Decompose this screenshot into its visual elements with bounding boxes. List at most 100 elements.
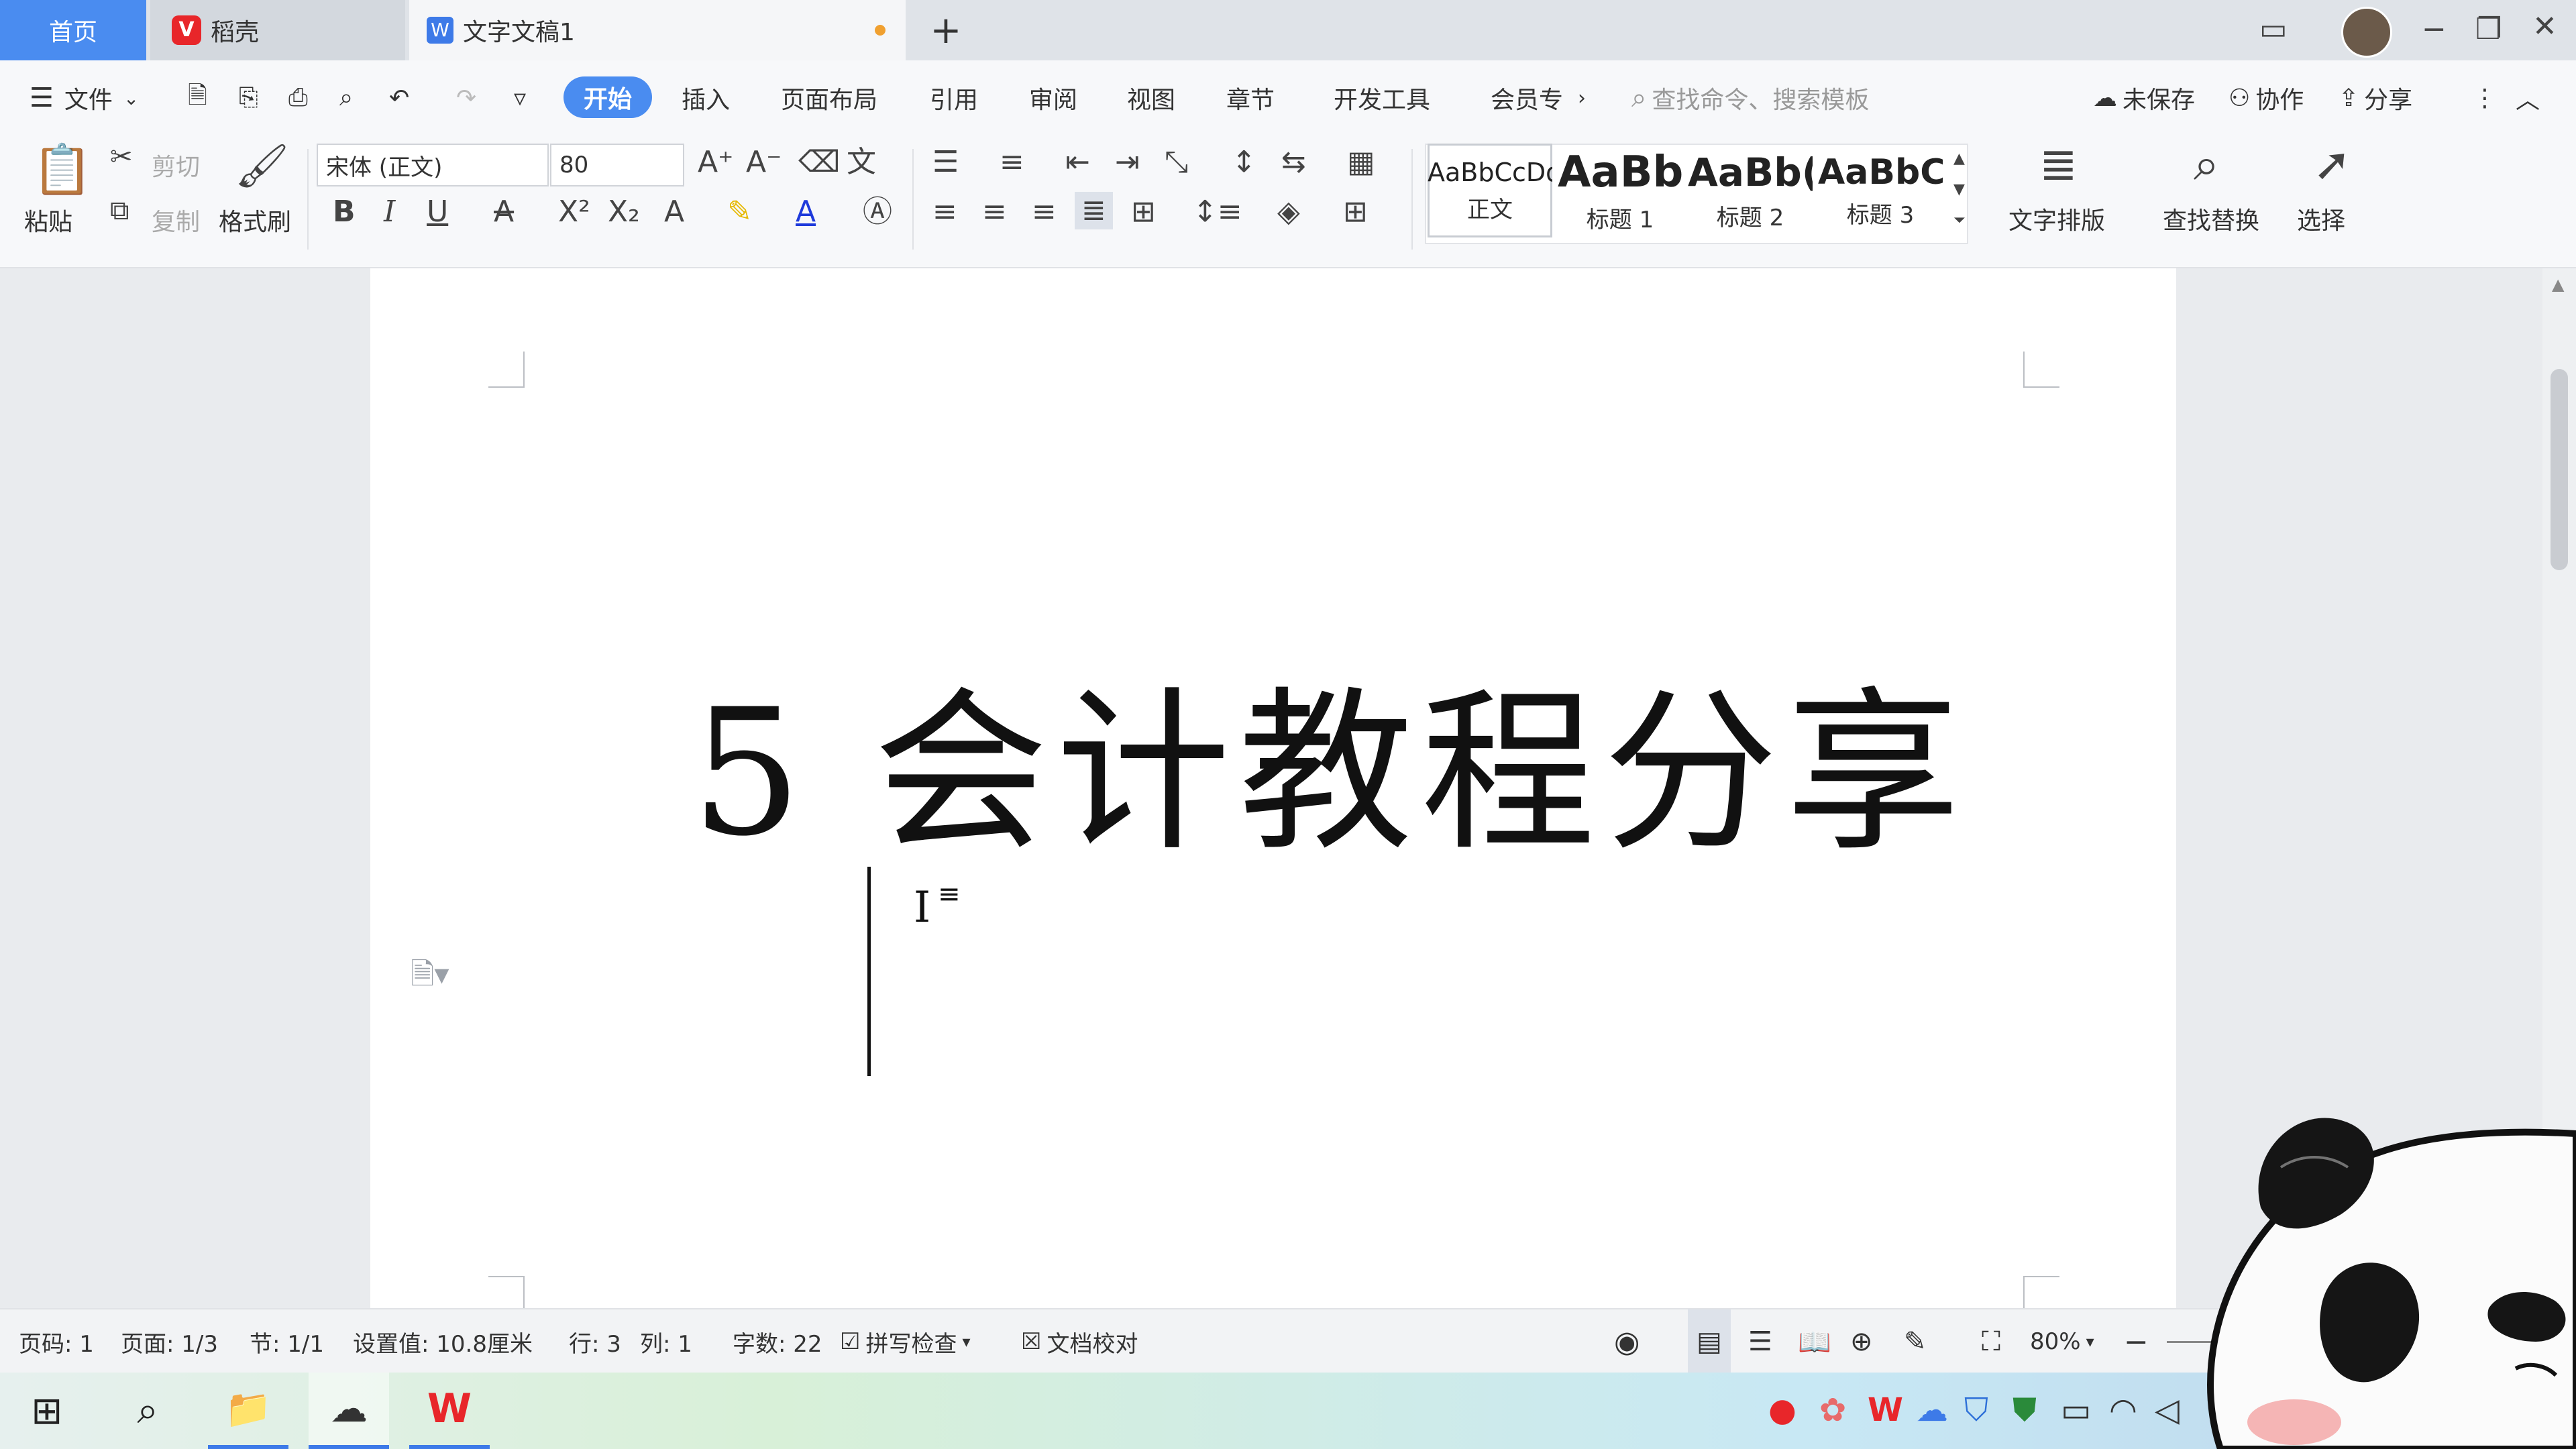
style-heading-2[interactable]: AaBb( 标题 2 (1688, 144, 1813, 237)
wps-writer-tray-icon[interactable]: W (1868, 1391, 1903, 1429)
reading-view-icon[interactable]: 📖 (1798, 1309, 1831, 1374)
align-center-icon[interactable]: ≡ (982, 197, 1007, 227)
distributed-align-icon[interactable]: ⊞ (1131, 197, 1156, 227)
menu-tab-review[interactable]: 审阅 (1029, 60, 1077, 136)
font-color-icon[interactable]: A (796, 197, 816, 227)
paragraph-options-icon[interactable]: 🗎▾ (411, 953, 449, 1003)
baidu-netdisk-icon[interactable]: ☁ (309, 1373, 389, 1449)
borders-icon[interactable]: ⊞ (1343, 197, 1368, 227)
format-painter-button[interactable]: 格式刷 (219, 203, 291, 237)
zoom-out-icon[interactable]: − (2124, 1309, 2149, 1374)
decrease-font-icon[interactable]: A⁻ (746, 148, 782, 177)
zoom-select[interactable]: 80% ▾ (2030, 1309, 2094, 1374)
menu-tab-insert[interactable]: 插入 (682, 60, 730, 136)
menu-tab-page-layout[interactable]: 页面布局 (781, 60, 877, 136)
sort-icon[interactable]: ↕ (1232, 148, 1256, 177)
numbered-list-icon[interactable]: ≡ (1000, 148, 1024, 177)
align-left-icon[interactable]: ≡ (932, 197, 957, 227)
format-painter-icon[interactable]: 🖌 (235, 145, 289, 188)
share-button[interactable]: ⇪ 分享 (2339, 60, 2412, 136)
text-layout-button[interactable]: 文字排版 (2008, 201, 2105, 236)
line-spacing-icon[interactable]: ↕≡ (1193, 197, 1242, 227)
strikethrough-icon[interactable]: A (494, 197, 514, 227)
style-scroll-down-icon[interactable]: ▼ (1953, 182, 1965, 197)
menu-tab-chapter[interactable]: 章节 (1226, 60, 1275, 136)
wps-tray-icon[interactable]: ● (1768, 1391, 1796, 1429)
shading-icon[interactable]: ◈ (1277, 197, 1300, 227)
font-size-select[interactable]: 80 (550, 144, 684, 186)
superscript-icon[interactable]: X² (558, 197, 590, 227)
save-icon[interactable]: 🗎 (188, 60, 207, 136)
bold-icon[interactable]: B (333, 197, 356, 227)
fit-page-icon[interactable]: ⛶ (1982, 1309, 2000, 1374)
write-view-icon[interactable]: ✎ (1904, 1309, 1927, 1374)
status-col[interactable]: 列: 1 (640, 1309, 692, 1374)
increase-font-icon[interactable]: A⁺ (698, 148, 733, 177)
style-normal[interactable]: AaBbCcDd 正文 (1428, 144, 1552, 237)
increase-indent-icon[interactable]: ⇥ (1115, 148, 1140, 177)
unsaved-cloud-button[interactable]: ☁ 未保存 (2093, 60, 2195, 136)
shield-icon[interactable]: ⛉ (1964, 1391, 1988, 1430)
justify-icon[interactable]: ≣ (1075, 192, 1113, 229)
print-preview-icon[interactable]: ⌕ (339, 60, 353, 136)
windows-start-icon[interactable]: ⊞ (20, 1373, 74, 1449)
find-replace-button[interactable]: 查找替换 (2163, 201, 2259, 236)
battery-icon[interactable]: ▭ (2061, 1391, 2091, 1429)
ruler-icon[interactable]: ▦ (1347, 148, 1375, 177)
document-title-text[interactable]: 5 会计教程分享 (691, 631, 1968, 883)
copy-button[interactable]: 复制 (152, 203, 200, 237)
select-button[interactable]: 选择 (2297, 201, 2345, 236)
command-search[interactable]: ⌕ 查找命令、搜索模板 (1631, 60, 1869, 136)
decrease-indent-icon[interactable]: ⇤ (1065, 148, 1090, 177)
underline-icon[interactable]: U (427, 197, 448, 227)
chevron-right-icon[interactable]: › (1578, 60, 1586, 136)
status-word-count[interactable]: 字数: 22 (733, 1309, 822, 1374)
app-tray-icon[interactable]: ✿ (1819, 1391, 1846, 1429)
eye-protection-icon[interactable]: ◉ (1614, 1309, 1640, 1374)
security-tray-icon[interactable]: ⛊ (2012, 1391, 2037, 1430)
menu-tab-developer[interactable]: 开发工具 (1334, 60, 1430, 136)
new-tab-button[interactable]: + (926, 0, 966, 60)
export-pdf-icon[interactable]: ⎘ (239, 60, 258, 136)
cursor-select-icon[interactable]: ➚ (2313, 142, 2351, 188)
status-row[interactable]: 行: 3 (569, 1309, 621, 1374)
status-page-code[interactable]: 页码: 1 (19, 1309, 94, 1374)
menu-tab-view[interactable]: 视图 (1127, 60, 1175, 136)
show-marks-icon[interactable]: ⇆ (1281, 148, 1306, 177)
web-view-icon[interactable]: ⊕ (1850, 1309, 1873, 1374)
tab-home[interactable]: 首页 (0, 0, 146, 60)
proofread-button[interactable]: ☒ 文档校对 (1021, 1309, 1138, 1374)
avatar[interactable] (2341, 7, 2392, 58)
close-icon[interactable]: ✕ (2532, 12, 2557, 42)
subscript-icon[interactable]: X₂ (608, 197, 640, 227)
chinese-layout-icon[interactable]: ⤡ (1165, 148, 1188, 177)
page-view-icon[interactable]: ▤ (1688, 1309, 1731, 1374)
char-border-icon[interactable]: Ⓐ (863, 197, 892, 227)
cut-button[interactable]: 剪切 (152, 148, 200, 182)
collapse-ribbon-icon[interactable]: ︿ (2516, 60, 2540, 136)
print-icon[interactable]: ⎙ (288, 60, 308, 136)
style-expand-icon[interactable]: ⏷ (1953, 213, 1966, 228)
text-effect-icon[interactable]: A (664, 197, 684, 227)
restore-icon[interactable]: ❐ (2475, 15, 2502, 44)
phonetic-guide-icon[interactable]: 文 (847, 148, 876, 177)
text-layout-icon[interactable]: ≣ (2039, 142, 2078, 188)
status-setting[interactable]: 设置值: 10.8厘米 (353, 1309, 533, 1374)
wifi-icon[interactable]: ◠ (2109, 1391, 2137, 1429)
outline-view-icon[interactable]: ☰ (1748, 1309, 1772, 1374)
italic-icon[interactable]: I (384, 197, 395, 227)
menu-tab-member[interactable]: 会员专 (1491, 60, 1563, 136)
quick-access-more-icon[interactable]: ▿ (514, 60, 526, 136)
clear-format-icon[interactable]: ⌫ (798, 148, 840, 177)
align-right-icon[interactable]: ≡ (1032, 197, 1057, 227)
style-scroll-up-icon[interactable]: ▲ (1953, 152, 1965, 166)
menu-tab-reference[interactable]: 引用 (930, 60, 978, 136)
tab-daoke[interactable]: V 稻壳 (150, 0, 405, 60)
more-icon[interactable]: ⋮ (2473, 60, 2497, 136)
font-name-select[interactable]: 宋体 (正文) (317, 144, 549, 186)
spell-check-button[interactable]: ☑ 拼写检查 ▾ (840, 1309, 971, 1374)
redo-icon[interactable]: ↷ (456, 60, 476, 136)
menu-tab-start[interactable]: 开始 (564, 76, 653, 118)
window-layout-icon[interactable]: ▭ (2259, 15, 2288, 44)
bullet-list-icon[interactable]: ☰ (932, 148, 959, 177)
